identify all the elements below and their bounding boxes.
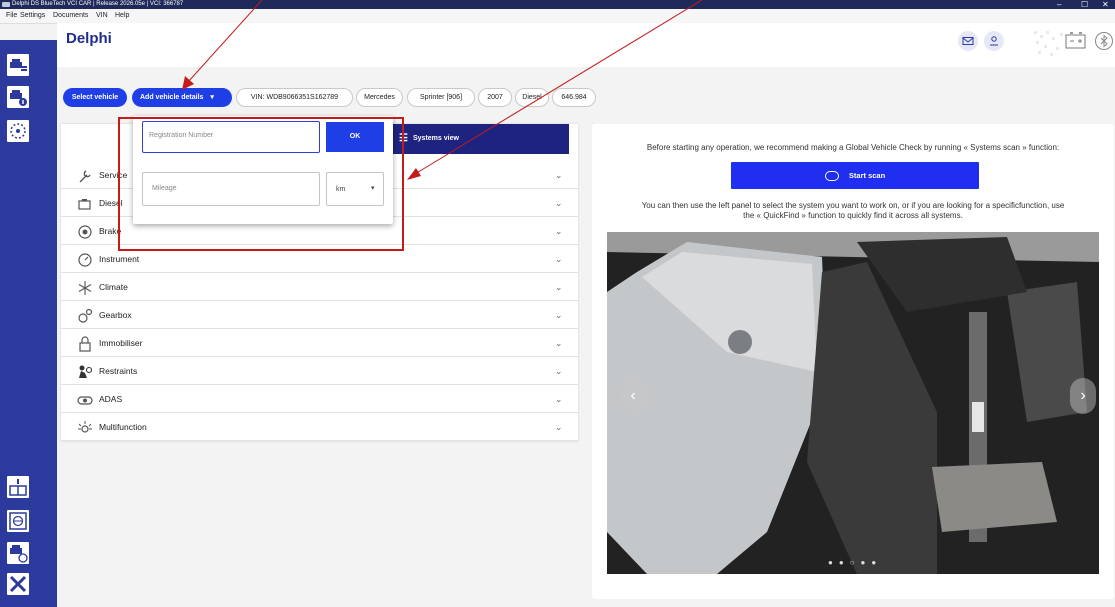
car-disconnect-icon (10, 545, 28, 563)
app-header: Delphi (57, 23, 1115, 67)
vehicle-bar: Select vehicle Add vehicle details ▾ VIN… (57, 88, 1115, 110)
add-vehicle-details-label: Add vehicle details (140, 94, 204, 101)
app-car-icon (2, 2, 10, 7)
wrench-icon (79, 170, 91, 183)
menu-bar: File Settings Documents VIN Help (0, 9, 1115, 24)
mail-icon (962, 37, 974, 45)
make-chip: Mercedes (356, 88, 403, 107)
scan-button[interactable] (7, 120, 29, 142)
chevron-down-icon: ⌄ (555, 394, 563, 404)
start-scan-button[interactable]: Start scan (731, 162, 979, 189)
snowflake-icon (78, 281, 92, 295)
scan-icon (824, 171, 839, 182)
book-info-icon (9, 479, 27, 496)
vin-chip: VIN: WDB9066351S162789 (236, 88, 353, 107)
chevron-down-icon: ⌄ (555, 226, 563, 236)
user-button[interactable] (984, 31, 1004, 51)
system-scan-icon (10, 123, 26, 139)
system-row-immobiliser[interactable]: Immobiliser ⌄ (61, 329, 578, 357)
menu-documents[interactable]: Documents (53, 9, 88, 23)
chevron-down-icon: ⌄ (555, 310, 563, 320)
start-scan-label: Start scan (848, 171, 886, 180)
vehicle-disconnect-button[interactable] (7, 542, 29, 564)
systems-view-label: Systems view (413, 135, 459, 142)
lock-icon (79, 336, 91, 352)
car-list-icon (10, 59, 27, 71)
annotation-highlight-box (118, 117, 404, 251)
model-chip: Sprinter [906] (407, 88, 475, 107)
carousel-prev-button[interactable]: ‹ (620, 378, 646, 414)
globe-screen-icon (9, 512, 27, 530)
carousel-dots[interactable]: ●●○●● (828, 558, 882, 567)
window-title: Delphi DS BlueTech VCI CAR | Release 202… (12, 1, 184, 7)
bluetooth-icon[interactable] (1094, 31, 1114, 51)
system-label: Immobiliser (99, 338, 143, 348)
airbag-icon (79, 365, 93, 378)
chevron-down-icon: ⌄ (555, 366, 563, 376)
chevron-down-icon: ⌄ (555, 198, 563, 208)
gauge-icon (78, 253, 92, 267)
menu-help[interactable]: Help (115, 9, 129, 23)
car-info-icon (10, 90, 27, 106)
system-row-adas[interactable]: ADAS ⌄ (61, 385, 578, 413)
system-row-restraints[interactable]: Restraints ⌄ (61, 357, 578, 385)
vci-battery-icon (1065, 32, 1086, 49)
web-button[interactable] (7, 510, 29, 532)
brake-icon (78, 225, 92, 239)
add-vehicle-details-button[interactable]: Add vehicle details ▾ (132, 88, 232, 107)
system-row-climate[interactable]: Climate ⌄ (61, 273, 578, 301)
menu-file[interactable]: File (6, 9, 17, 23)
light-icon (78, 421, 92, 433)
close-window-button[interactable]: ✕ (1102, 0, 1109, 9)
window-titlebar: Delphi DS BlueTech VCI CAR | Release 202… (0, 0, 1115, 9)
gears-icon (78, 308, 93, 323)
exit-button[interactable] (7, 573, 29, 595)
engine-icon (78, 199, 91, 210)
chevron-down-icon: ⌄ (555, 338, 563, 348)
messages-button[interactable] (958, 31, 978, 51)
vehicle-selection-button[interactable] (7, 54, 29, 76)
system-row-multifunction[interactable]: Multifunction ⌄ (61, 413, 578, 441)
carousel-image (607, 232, 1099, 574)
system-label: Gearbox (99, 310, 132, 320)
select-vehicle-button[interactable]: Select vehicle (63, 88, 127, 107)
chevron-down-icon: ⌄ (555, 254, 563, 264)
menu-vin[interactable]: VIN (96, 9, 108, 23)
system-label: Climate (99, 282, 128, 292)
minimize-button[interactable]: – (1057, 0, 1061, 9)
chevron-down-icon: ⌄ (555, 422, 563, 432)
delphi-logo: Delphi (66, 30, 112, 47)
fuel-chip: Diesel (515, 88, 549, 107)
chevron-down-icon: ⌄ (555, 282, 563, 292)
system-label: ADAS (99, 394, 123, 404)
vehicle-info-button[interactable] (7, 86, 29, 108)
vehicle-interior-photo (607, 232, 1099, 574)
system-label: Restraints (99, 366, 138, 376)
close-x-icon (9, 575, 27, 593)
carousel-next-button[interactable]: › (1070, 378, 1096, 414)
year-chip: 2007 (478, 88, 512, 107)
hint-text-line2: the « QuickFind » function to quickly fi… (743, 211, 963, 220)
chevron-down-icon: ⌄ (555, 170, 563, 180)
system-label: Multifunction (99, 422, 147, 432)
chevron-down-icon: ▾ (210, 94, 214, 101)
engine-chip: 646.984 (552, 88, 596, 107)
systems-view-button[interactable]: ☰ Systems view (393, 124, 569, 154)
user-icon (990, 36, 998, 46)
restore-button[interactable]: ☐ (1081, 0, 1088, 9)
manual-button[interactable] (7, 476, 29, 498)
intro-text: Before starting any operation, we recomm… (646, 143, 1060, 152)
menu-settings[interactable]: Settings (20, 9, 45, 23)
system-row-gearbox[interactable]: Gearbox ⌄ (61, 301, 578, 329)
camera-icon (77, 396, 93, 405)
hint-text-line1: You can then use the left panel to selec… (641, 201, 1065, 210)
